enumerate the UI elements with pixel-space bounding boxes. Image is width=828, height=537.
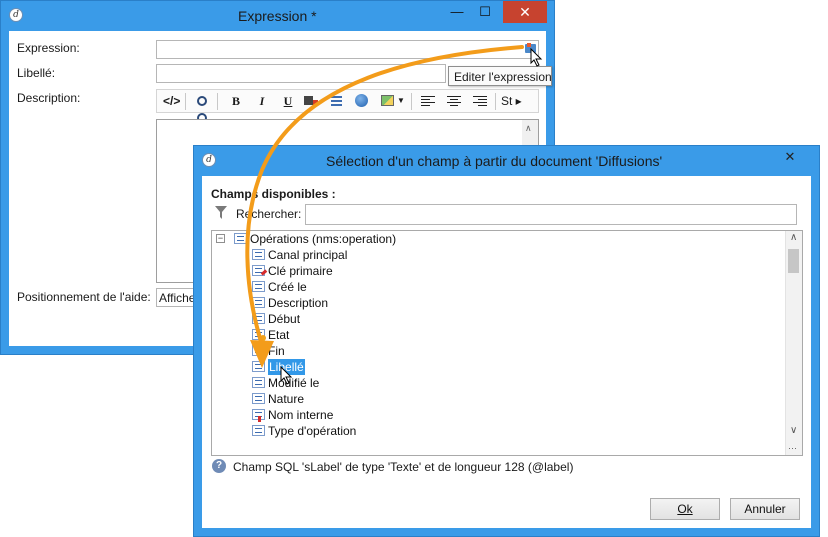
text-color-icon[interactable]	[303, 93, 319, 109]
tree-item[interactable]: Type d'opération	[212, 423, 782, 439]
cancel-button[interactable]: Annuler	[730, 498, 800, 520]
app-icon: d	[202, 153, 216, 167]
find-icon[interactable]	[193, 93, 211, 123]
underline-button[interactable]: U	[281, 93, 295, 109]
list-icon[interactable]	[327, 93, 343, 109]
cancel-button-label: Annuler	[744, 502, 786, 516]
tree-item-label: Créé le	[268, 280, 307, 294]
image-dropdown-icon[interactable]: ▼	[397, 93, 405, 109]
tree-item[interactable]: Clé primaire	[212, 263, 782, 279]
filter-icon	[215, 206, 227, 219]
tree-item[interactable]: Nom interne	[212, 407, 782, 423]
search-label: Rechercher:	[236, 207, 302, 221]
field-info-text: Champ SQL 'sLabel' de type 'Texte' et de…	[233, 460, 574, 474]
field-icon	[252, 313, 265, 324]
tree-item-label: Type d'opération	[268, 424, 357, 438]
tree-item-label: Etat	[268, 328, 290, 342]
italic-button[interactable]: I	[255, 93, 269, 109]
help-position-value: Affiche	[159, 291, 196, 305]
help-position-label: Positionnement de l'aide:	[17, 290, 151, 304]
align-right-icon[interactable]	[473, 93, 487, 109]
tree-scrollbar[interactable]: ∧ ∨ ···	[785, 231, 802, 455]
image-icon[interactable]	[379, 93, 395, 109]
field-icon	[252, 377, 265, 388]
tree-item[interactable]: Etat	[212, 327, 782, 343]
tree-item-label: Canal principal	[268, 248, 348, 262]
tooltip-text: Editer l'expression	[454, 70, 552, 84]
align-left-icon[interactable]	[421, 93, 435, 109]
scroll-thumb[interactable]	[788, 249, 799, 273]
align-center-icon[interactable]	[447, 93, 461, 109]
label-label: Libellé:	[17, 66, 56, 80]
edit-expression-tooltip: Editer l'expression	[448, 66, 552, 86]
tree-item-label: Début	[268, 312, 301, 326]
toolbar-separator	[217, 93, 218, 110]
mandatory-marker-icon	[258, 416, 261, 422]
tree-item[interactable]: Canal principal	[212, 247, 782, 263]
schema-icon	[234, 233, 247, 244]
ok-button-label: Ok	[677, 502, 693, 516]
ok-button[interactable]: Ok	[650, 498, 720, 520]
toolbar-separator	[185, 93, 186, 110]
dialog-titlebar[interactable]: d Sélection d'un champ à partir du docum…	[194, 146, 819, 176]
tree-item-label: Clé primaire	[268, 264, 333, 278]
maximize-button[interactable]: ☐	[471, 1, 499, 23]
tree-item[interactable]: Description	[212, 295, 782, 311]
toolbar-separator	[411, 93, 412, 110]
dialog-title: Sélection d'un champ à partir du documen…	[326, 153, 663, 169]
tree-item-label: Nature	[268, 392, 305, 406]
available-fields-label: Champs disponibles :	[211, 187, 336, 201]
tree-item[interactable]: Nature	[212, 391, 782, 407]
field-icon	[252, 249, 265, 260]
field-icon	[252, 393, 265, 404]
field-icon	[252, 425, 265, 436]
description-toolbar: </> B I U ▼ St ▸	[156, 89, 539, 123]
field-icon	[252, 297, 265, 308]
mouse-cursor-icon	[530, 48, 543, 67]
more-icon[interactable]: ···	[788, 443, 797, 453]
edit-expression-icon-accent	[527, 43, 531, 47]
tree-collapse-icon[interactable]: −	[216, 234, 225, 243]
tree-root[interactable]: − Opérations (nms:operation)	[212, 231, 782, 247]
field-selection-dialog: d Sélection d'un champ à partir du docum…	[193, 145, 820, 537]
source-icon[interactable]: </>	[163, 93, 180, 109]
tree-item-selected[interactable]: Libellé	[212, 359, 782, 375]
field-icon	[252, 281, 265, 292]
scroll-up-icon[interactable]: ∧	[790, 232, 797, 243]
tree-root-label: Opérations (nms:operation)	[250, 232, 397, 246]
field-icon	[252, 345, 265, 356]
tree-item-label: Description	[268, 296, 329, 310]
tree-item-label: Nom interne	[268, 408, 334, 422]
scroll-up-icon[interactable]: ∧	[525, 123, 532, 134]
expression-titlebar[interactable]: d Expression * — ☐ ✕	[1, 1, 554, 31]
close-button[interactable]: ✕	[503, 1, 547, 23]
tree-item[interactable]: Modifié le	[212, 375, 782, 391]
field-tree: ∧ ∨ ··· − Opérations (nms:operation) Can…	[211, 230, 803, 456]
tree-item[interactable]: Créé le	[212, 279, 782, 295]
description-label: Description:	[17, 91, 81, 105]
app-icon: d	[9, 8, 23, 22]
dialog-close-button[interactable]: ✕	[769, 146, 811, 168]
scroll-down-icon[interactable]: ∨	[790, 425, 797, 436]
mouse-cursor-icon	[280, 366, 293, 385]
help-icon: ?	[212, 459, 226, 473]
toolbar-separator	[495, 93, 496, 110]
expression-window-title: Expression *	[238, 8, 317, 24]
minimize-button[interactable]: —	[443, 1, 471, 23]
tree-item[interactable]: Début	[212, 311, 782, 327]
expression-input[interactable]	[156, 40, 539, 59]
enum-marker-icon	[260, 335, 266, 341]
link-icon[interactable]	[353, 93, 369, 109]
dialog-client-area: Champs disponibles : Rechercher: ∧ ∨ ···…	[202, 176, 811, 528]
tree-item[interactable]: Fin	[212, 343, 782, 359]
tree-item-label: Fin	[268, 344, 285, 358]
label-input[interactable]	[156, 64, 446, 83]
expression-label: Expression:	[17, 41, 80, 55]
bold-button[interactable]: B	[229, 93, 243, 109]
search-input[interactable]	[305, 204, 797, 225]
style-dropdown[interactable]: St ▸	[501, 93, 531, 109]
field-icon	[252, 361, 265, 372]
